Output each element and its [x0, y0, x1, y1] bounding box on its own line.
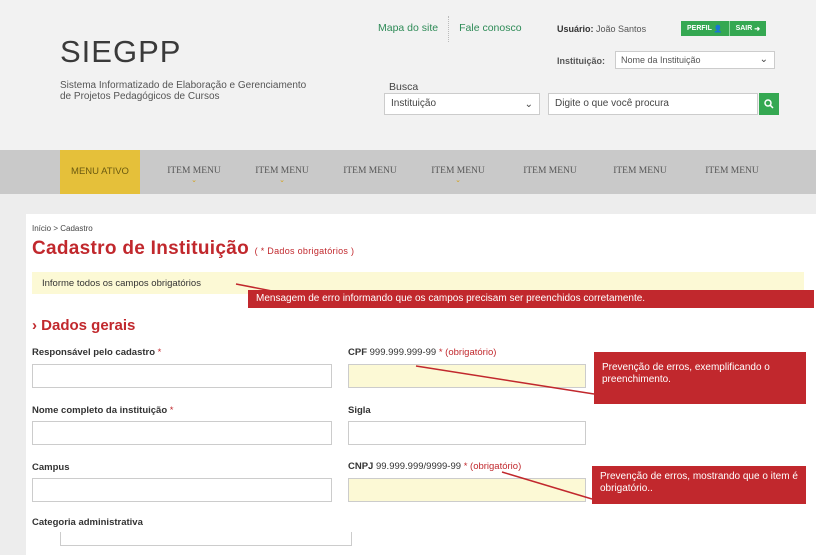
nome-label: Nome completo da instituição *	[32, 405, 173, 416]
user-info: Usuário: João Santos	[557, 24, 646, 34]
menu-item-label: ITEM MENU	[255, 166, 309, 176]
field-label: Responsável pelo cadastro	[32, 347, 156, 358]
institution-label: Instituição:	[557, 56, 606, 66]
menu-item-label: ITEM MENU	[613, 166, 667, 176]
chevron-down-icon: ⌄	[455, 176, 461, 184]
chevron-down-icon: ⌄	[524, 99, 533, 110]
required-mark: * (obrigatório)	[438, 347, 497, 358]
institution-value: Nome da Instituição	[621, 55, 701, 65]
profile-label: PERFIL	[687, 25, 712, 32]
section-title: › Dados gerais	[32, 317, 136, 334]
main-menu: MENU ATIVO ITEM MENU ⌄ ITEM MENU ⌄ ITEM ME…	[0, 150, 816, 194]
search-input[interactable]: Digite o que você procura	[548, 93, 758, 115]
search-button[interactable]	[759, 93, 779, 115]
user-label: Usuário:	[557, 24, 594, 34]
field-hint: 999.999.999-99	[369, 347, 437, 358]
breadcrumb[interactable]: Início > Cadastro	[32, 224, 93, 233]
user-actions: PERFIL 👤 SAIR ➜	[681, 21, 767, 36]
responsavel-label: Responsável pelo cadastro *	[32, 347, 161, 358]
chevron-down-icon: ⌄	[759, 54, 768, 65]
logout-label: SAIR	[735, 25, 753, 32]
campus-label: Campus	[32, 462, 69, 473]
field-label: Categoria administrativa	[32, 517, 143, 528]
top-links: Mapa do site Fale conosco	[378, 16, 522, 48]
form-content: Início > Cadastro Cadastro de Instituiçã…	[26, 214, 816, 555]
menu-item[interactable]: ITEM MENU	[598, 150, 682, 194]
search-label: Busca	[389, 81, 419, 93]
search-scope-select[interactable]: Instituição ⌄	[384, 93, 540, 115]
menu-item[interactable]: ITEM MENU	[508, 150, 592, 194]
logout-icon: ➜	[754, 25, 761, 33]
link-divider	[448, 16, 450, 42]
search-placeholder: Digite o que você procura	[555, 98, 669, 109]
required-mark: *	[169, 405, 174, 416]
field-label: CPF	[348, 347, 367, 358]
menu-item[interactable]: ITEM MENU ⌄	[240, 150, 324, 194]
institution-select[interactable]: Nome da Instituição ⌄	[615, 51, 775, 69]
menu-item-active[interactable]: MENU ATIVO	[60, 150, 140, 194]
field-label: Nome completo da instituição	[32, 405, 168, 416]
menu-item-label: ITEM MENU	[167, 166, 221, 176]
categoria-select[interactable]	[60, 532, 352, 546]
chevron-down-icon: ⌄	[191, 176, 197, 184]
contact-link[interactable]: Fale conosco	[459, 22, 521, 34]
example-callout: Prevenção de erros, exemplificando o pre…	[594, 352, 806, 404]
menu-item[interactable]: ITEM MENU ⌄	[152, 150, 236, 194]
error-callout: Mensagem de erro informando que os campo…	[248, 290, 814, 308]
field-label: Sigla	[348, 405, 371, 416]
logout-button[interactable]: SAIR ➜	[730, 21, 767, 36]
sigla-label: Sigla	[348, 405, 371, 416]
chevron-down-icon: ⌄	[279, 176, 285, 184]
menu-item-label: ITEM MENU	[705, 166, 759, 176]
sigla-input[interactable]	[348, 421, 586, 445]
required-note: ( * Dados obrigatórios )	[254, 246, 355, 256]
cpf-label: CPF 999.999.999-99 * (obrigatório)	[348, 347, 496, 358]
cnpj-input[interactable]	[348, 478, 586, 502]
menu-item[interactable]: ITEM MENU	[690, 150, 774, 194]
cpf-input[interactable]	[348, 364, 586, 388]
page: SIEGPP Sistema Informatizado de Elaboraç…	[0, 0, 816, 555]
nome-input[interactable]	[32, 421, 332, 445]
user-icon: 👤	[713, 25, 723, 33]
responsavel-input[interactable]	[32, 364, 332, 388]
field-label: Campus	[32, 462, 70, 473]
search-scope-value: Instituição	[391, 98, 437, 109]
categoria-label: Categoria administrativa	[32, 517, 143, 528]
menu-item[interactable]: ITEM MENU	[328, 150, 412, 194]
user-name: João Santos	[596, 24, 647, 34]
cnpj-label: CNPJ 99.999.999/9999-99 * (obrigatório)	[348, 461, 521, 472]
header: SIEGPP Sistema Informatizado de Elaboraç…	[0, 0, 816, 150]
required-mark: * (obrigatório)	[463, 461, 522, 472]
page-title-text: Cadastro de Instituição	[32, 238, 249, 259]
search-icon	[764, 99, 774, 109]
menu-item-label: MENU ATIVO	[71, 166, 129, 177]
menu-item[interactable]: ITEM MENU ⌄	[416, 150, 500, 194]
app-subtitle: Sistema Informatizado de Elaboração e Ge…	[60, 80, 307, 102]
field-hint: 99.999.999/9999-99	[375, 461, 462, 472]
menu-item-label: ITEM MENU	[523, 166, 577, 176]
required-mark: *	[157, 347, 162, 358]
app-logo[interactable]: SIEGPP	[60, 34, 181, 70]
required-callout: Prevenção de erros, mostrando que o item…	[592, 466, 806, 504]
campus-input[interactable]	[32, 478, 332, 502]
menu-item-label: ITEM MENU	[431, 166, 485, 176]
menu-item-label: ITEM MENU	[343, 166, 397, 176]
site-map-link[interactable]: Mapa do site	[378, 22, 438, 34]
page-title: Cadastro de Instituição ( * Dados obriga…	[32, 238, 354, 260]
profile-button[interactable]: PERFIL 👤	[681, 21, 729, 36]
field-label: CNPJ	[348, 461, 374, 472]
